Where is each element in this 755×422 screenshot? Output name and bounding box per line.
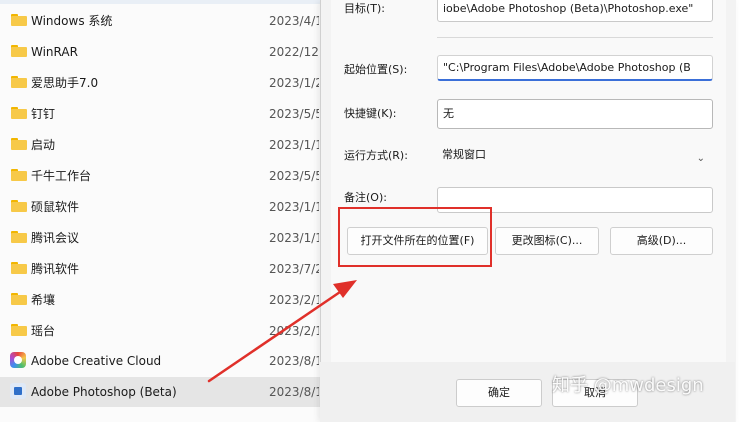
annotation-arrow-icon bbox=[207, 280, 357, 383]
watermark: 知乎 @mwdesign bbox=[552, 375, 704, 396]
